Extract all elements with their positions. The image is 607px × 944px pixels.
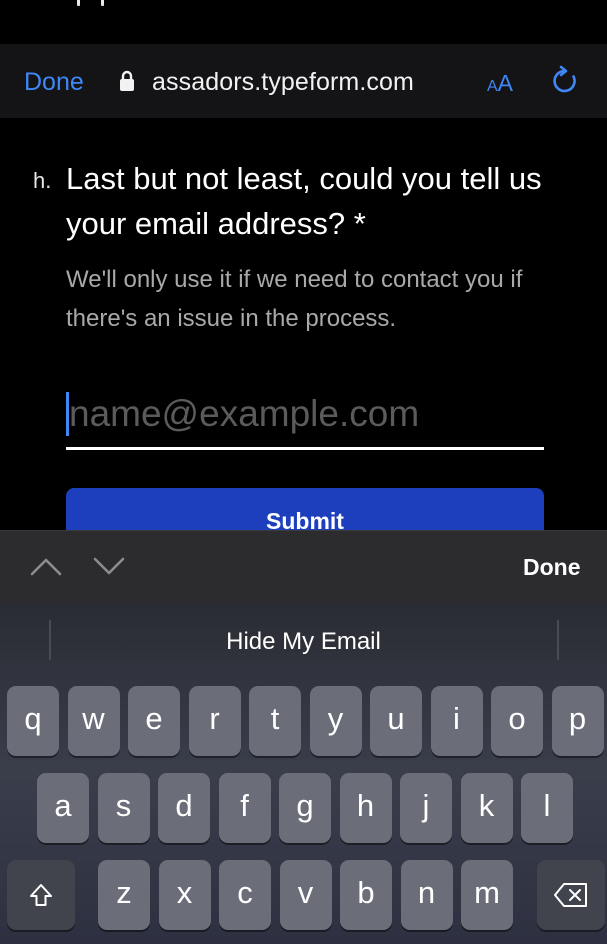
key-t[interactable]: t [249, 686, 301, 756]
keyboard-accessory-bar: Done [0, 530, 607, 603]
key-x[interactable]: x [158, 860, 211, 930]
email-placeholder: name@example.com [69, 393, 420, 434]
email-input[interactable]: name@example.com [66, 386, 544, 450]
text-size-small: A [487, 78, 498, 95]
reload-icon[interactable] [549, 65, 581, 97]
delete-icon [554, 883, 587, 907]
suggestion-bar: Hide My Email [0, 602, 607, 682]
suggestion-divider [557, 620, 559, 660]
key-s[interactable]: s [97, 773, 150, 843]
key-q[interactable]: q [7, 686, 59, 756]
key-d[interactable]: d [158, 773, 210, 843]
key-v[interactable]: v [279, 860, 332, 930]
top-strip [0, 0, 607, 44]
hide-my-email-suggestion[interactable]: Hide My Email [0, 628, 607, 656]
key-z[interactable]: z [98, 860, 150, 930]
delete-key[interactable] [537, 860, 605, 930]
keyboard-done-button[interactable]: Done [523, 554, 581, 581]
key-y[interactable]: y [309, 686, 362, 756]
key-u[interactable]: u [370, 686, 422, 756]
chevron-up-icon[interactable] [29, 555, 63, 577]
question-description: We'll only use it if we need to contact … [66, 266, 523, 332]
key-n[interactable]: n [400, 860, 453, 930]
chevron-down-icon[interactable] [92, 555, 126, 577]
text-size-button[interactable]: AA [487, 70, 513, 97]
key-r[interactable]: r [188, 686, 241, 756]
key-a[interactable]: a [37, 773, 89, 843]
key-h[interactable]: h [339, 773, 392, 843]
key-i[interactable]: i [430, 686, 483, 756]
key-c[interactable]: c [219, 860, 271, 930]
question-title: Last but not least, could you tell us yo… [66, 161, 542, 241]
key-m[interactable]: m [461, 860, 513, 930]
text-size-large: A [497, 70, 514, 96]
key-k[interactable]: k [460, 773, 513, 843]
key-e[interactable]: e [128, 686, 180, 756]
key-b[interactable]: b [340, 860, 392, 930]
keyboard: Hide My Email qwertyuiop asdfghjkl zxcvb… [0, 602, 607, 944]
text-fragment [101, 0, 104, 6]
url-address[interactable]: assadors.typeform.com [152, 68, 414, 97]
key-p[interactable]: p [551, 686, 604, 756]
key-f[interactable]: f [218, 773, 271, 843]
key-j[interactable]: j [400, 773, 452, 843]
text-fragment [77, 0, 80, 6]
lock-icon [120, 70, 134, 91]
shift-icon [30, 884, 52, 906]
key-w[interactable]: w [67, 686, 120, 756]
question-number: h. [33, 168, 52, 193]
browser-done-button[interactable]: Done [24, 68, 84, 97]
key-o[interactable]: o [491, 686, 543, 756]
key-l[interactable]: l [521, 773, 573, 843]
browser-toolbar: Done assadors.typeform.com AA [0, 44, 607, 118]
key-g[interactable]: g [279, 773, 331, 843]
shift-key[interactable] [7, 860, 75, 930]
